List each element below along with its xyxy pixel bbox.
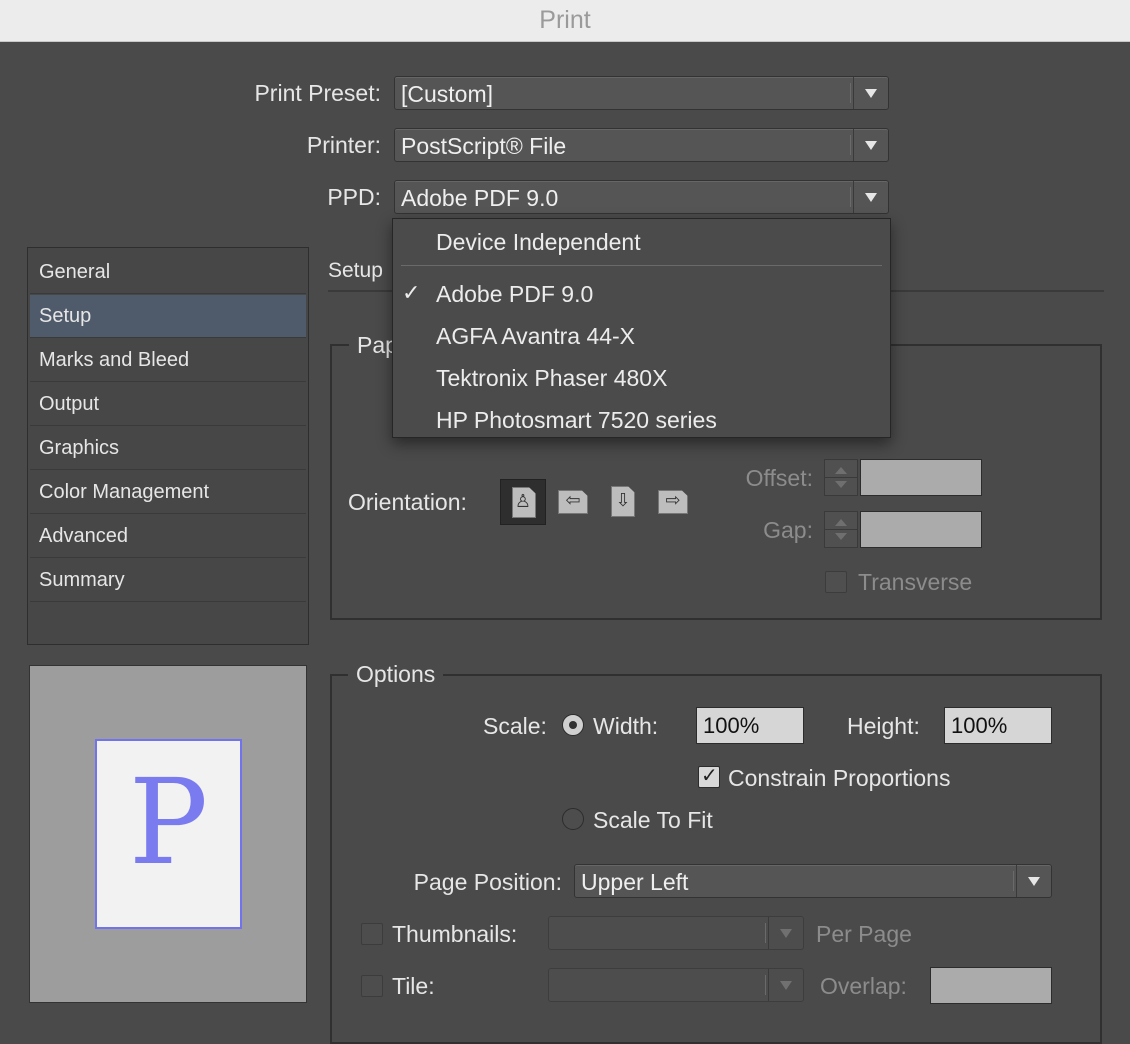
per-page-label: Per Page: [816, 921, 912, 947]
sidebar-item-marks-and-bleed[interactable]: Marks and Bleed: [30, 339, 306, 382]
overlap-label: Overlap:: [820, 973, 907, 999]
tile-checkbox[interactable]: [361, 975, 383, 997]
category-list: General Setup Marks and Bleed Output Gra…: [27, 247, 309, 645]
printer-value: PostScript® File: [401, 133, 567, 159]
orientation-landscape-button[interactable]: ⇦: [550, 479, 596, 525]
scale-to-fit-label: Scale To Fit: [593, 807, 713, 833]
menu-item-adobe-pdf-9[interactable]: Adobe PDF 9.0: [436, 281, 593, 308]
person-icon: ⇩: [615, 490, 631, 511]
menu-separator: [401, 265, 882, 266]
tile-select[interactable]: [548, 968, 804, 1002]
print-preset-value: [Custom]: [401, 81, 494, 107]
offset-stepper[interactable]: [824, 459, 858, 496]
sidebar-item-color-management[interactable]: Color Management: [30, 471, 306, 514]
sidebar-item-setup[interactable]: Setup: [30, 295, 306, 338]
height-field[interactable]: 100%: [944, 707, 1052, 744]
sidebar-item-advanced[interactable]: Advanced: [30, 515, 306, 558]
preview-letter: P: [128, 753, 209, 891]
page-preview: P: [29, 665, 307, 1003]
orientation-label: Orientation:: [348, 489, 467, 515]
thumbnails-checkbox[interactable]: [361, 923, 383, 945]
person-icon: ⇨: [665, 490, 681, 511]
printer-label: Printer:: [306, 132, 381, 158]
gap-stepper[interactable]: [824, 511, 858, 548]
sidebar-item-output[interactable]: Output: [30, 383, 306, 426]
chevron-down-icon: [1013, 865, 1051, 897]
orientation-portrait-button[interactable]: ♙: [500, 479, 546, 525]
ppd-select[interactable]: Adobe PDF 9.0: [394, 180, 889, 214]
thumbnails-label: Thumbnails:: [392, 921, 518, 947]
chevron-down-icon: [765, 969, 803, 1001]
ppd-dropdown-menu: Device Independent ✓ Adobe PDF 9.0 AGFA …: [392, 218, 891, 438]
height-value: 100%: [951, 713, 1008, 738]
ppd-label: PPD:: [327, 184, 381, 210]
check-icon: ✓: [701, 765, 718, 787]
page-position-select[interactable]: Upper Left: [574, 864, 1052, 898]
offset-label: Offset:: [745, 465, 813, 491]
constrain-proportions-label: Constrain Proportions: [728, 765, 951, 791]
scale-to-fit-radio[interactable]: [562, 808, 584, 830]
options-legend: Options: [348, 661, 444, 688]
sidebar-item-graphics[interactable]: Graphics: [30, 427, 306, 470]
transverse-label: Transverse: [858, 569, 973, 595]
scale-label: Scale:: [483, 713, 547, 739]
chevron-down-icon: [850, 181, 888, 213]
print-preset-label: Print Preset:: [254, 80, 381, 106]
width-field[interactable]: 100%: [696, 707, 804, 744]
chevron-down-icon: [850, 129, 888, 161]
person-icon: ⇦: [565, 490, 581, 511]
person-icon: ♙: [514, 491, 532, 512]
menu-item-hp-photosmart[interactable]: HP Photosmart 7520 series: [436, 407, 717, 434]
width-label: Width:: [593, 713, 659, 739]
print-preset-select[interactable]: [Custom]: [394, 76, 889, 110]
offset-field[interactable]: [860, 459, 982, 496]
menu-item-agfa-avantra[interactable]: AGFA Avantra 44-X: [436, 323, 635, 350]
preview-page: P: [95, 739, 242, 929]
menu-item-tektronix-phaser[interactable]: Tektronix Phaser 480X: [436, 365, 667, 392]
page-position-value: Upper Left: [581, 869, 689, 895]
gap-label: Gap:: [763, 517, 813, 543]
thumbnails-select[interactable]: [548, 916, 804, 950]
constrain-proportions-checkbox[interactable]: ✓: [698, 765, 720, 788]
section-heading: Setup: [328, 259, 383, 282]
orientation-reverse-portrait-button[interactable]: ⇩: [600, 479, 646, 525]
menu-item-device-independent[interactable]: Device Independent: [436, 229, 641, 256]
orientation-reverse-landscape-button[interactable]: ⇨: [650, 479, 696, 525]
printer-select[interactable]: PostScript® File: [394, 128, 889, 162]
gap-field[interactable]: [860, 511, 982, 548]
sidebar-item-summary[interactable]: Summary: [30, 559, 306, 602]
chevron-down-icon: [850, 77, 888, 109]
height-label: Height:: [847, 713, 920, 739]
chevron-down-icon: [765, 917, 803, 949]
width-value: 100%: [703, 713, 760, 738]
overlap-field[interactable]: [930, 967, 1052, 1004]
window-title: Print: [0, 0, 1130, 42]
transverse-checkbox[interactable]: [825, 571, 847, 593]
ppd-value: Adobe PDF 9.0: [401, 185, 559, 211]
sidebar-item-general[interactable]: General: [30, 251, 306, 294]
check-icon: ✓: [402, 280, 421, 305]
tile-label: Tile:: [392, 973, 435, 999]
page-position-label: Page Position:: [413, 869, 562, 895]
scale-width-radio[interactable]: [562, 714, 584, 736]
